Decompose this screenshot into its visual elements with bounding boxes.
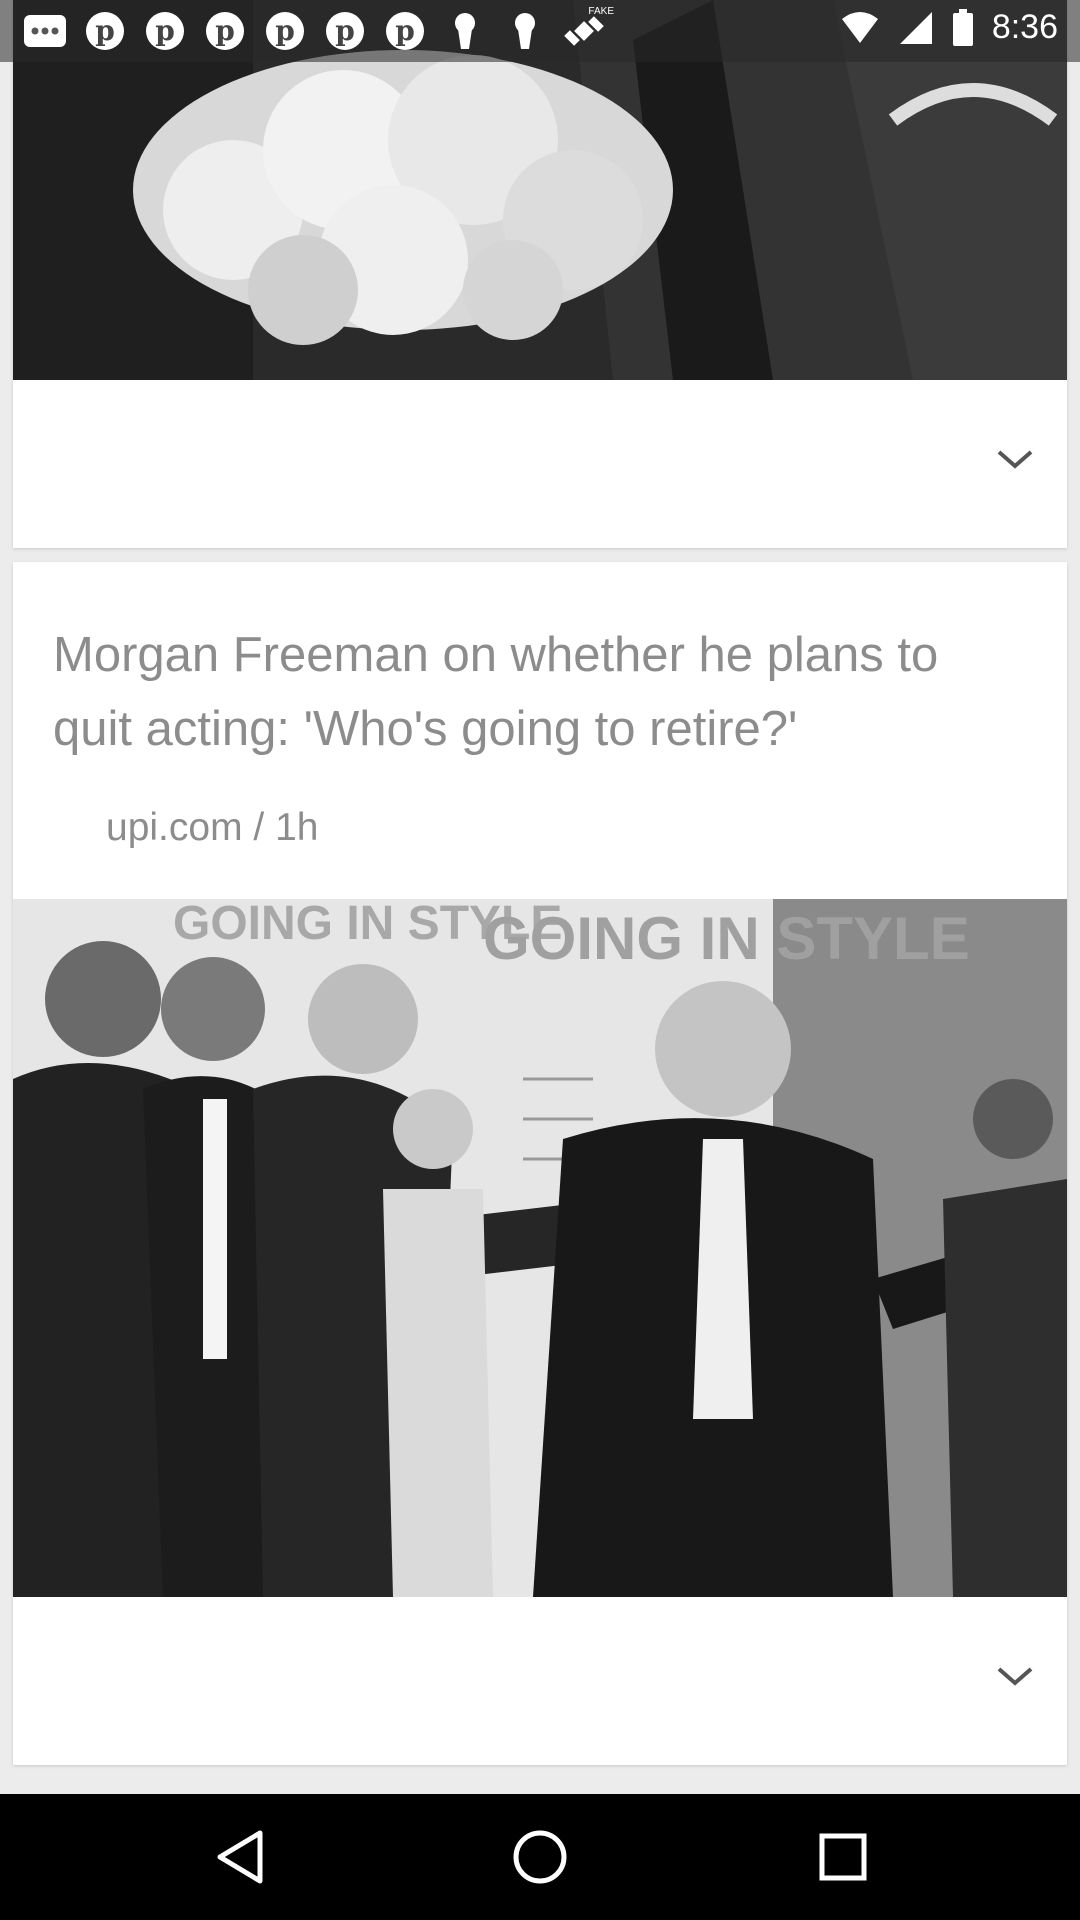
back-icon (217, 1830, 263, 1884)
pinterest-icon: p (322, 10, 368, 52)
more-icon (22, 10, 68, 52)
chevron-down-icon (997, 450, 1033, 469)
article-source: upi.com / 1h (106, 806, 319, 849)
clock: 8:36 (991, 8, 1058, 46)
keyhole-icon (442, 10, 488, 52)
home-icon (513, 1830, 567, 1884)
recents-button[interactable] (813, 1827, 873, 1887)
status-bar: p p p p p p FAKE 8:36 (0, 0, 1080, 62)
pinterest-icon: p (142, 10, 188, 52)
article-headline[interactable]: Morgan Freeman on whether he plans to qu… (53, 618, 1013, 766)
pinterest-icon: p (82, 10, 128, 52)
recents-icon (819, 1833, 867, 1881)
back-button[interactable] (210, 1827, 270, 1887)
fake-gps-icon: FAKE (562, 6, 614, 52)
keyhole-icon (502, 10, 548, 52)
article-image[interactable]: GOING IN STYLE GOING IN STYLE (13, 899, 1067, 1597)
notification-icons: p p p p p p FAKE (22, 6, 614, 52)
navigation-bar (0, 1794, 1080, 1920)
home-button[interactable] (510, 1827, 570, 1887)
expand-button[interactable] (989, 434, 1041, 486)
news-card[interactable] (13, 0, 1067, 548)
wifi-icon (841, 11, 878, 43)
pinterest-icon: p (262, 10, 308, 52)
fake-gps-label: FAKE (588, 6, 614, 17)
status-right: 8:36 (840, 8, 1058, 47)
signal-icon (899, 11, 932, 44)
expand-button[interactable] (989, 1651, 1041, 1703)
pinterest-icon: p (202, 10, 248, 52)
svg-text:GOING IN STYLE: GOING IN STYLE (483, 905, 970, 972)
chevron-down-icon (997, 1667, 1033, 1686)
battery-icon (952, 8, 973, 46)
news-card[interactable]: Morgan Freeman on whether he plans to qu… (13, 562, 1067, 1765)
pinterest-icon: p (382, 10, 428, 52)
